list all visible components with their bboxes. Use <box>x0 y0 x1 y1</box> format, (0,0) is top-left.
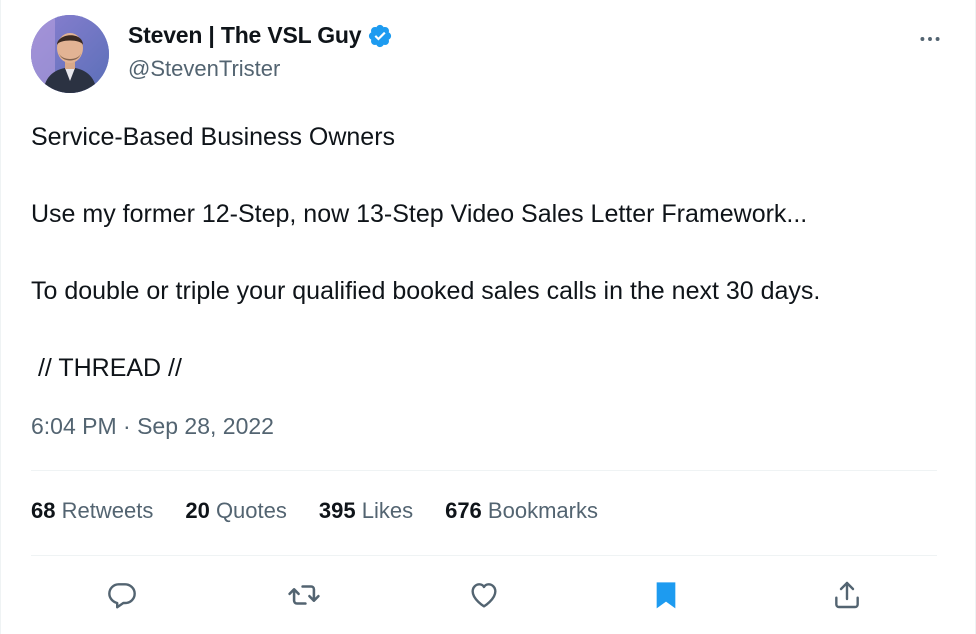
divider <box>31 470 937 471</box>
retweets-count: 68 <box>31 498 56 523</box>
share-icon <box>831 579 863 611</box>
tweet-text: Service-Based Business Owners Use my for… <box>31 118 941 388</box>
tweet-line: Service-Based Business Owners <box>31 123 396 151</box>
author-handle[interactable]: @StevenTrister <box>128 56 280 82</box>
bookmark-button[interactable] <box>641 570 691 620</box>
reply-button[interactable] <box>97 570 147 620</box>
tweet-line: Use my former 12-Step, now 13-Step Video… <box>31 200 808 228</box>
retweets-stat[interactable]: 68 Retweets <box>31 498 153 524</box>
divider <box>31 555 937 556</box>
tweet-line: // THREAD // <box>31 354 182 382</box>
avatar[interactable] <box>31 15 109 93</box>
reply-icon <box>106 579 138 611</box>
like-button[interactable] <box>459 570 509 620</box>
retweet-icon <box>287 578 321 612</box>
share-button[interactable] <box>822 570 872 620</box>
more-horizontal-icon[interactable] <box>915 24 945 54</box>
bookmark-icon <box>650 579 682 611</box>
verified-badge-icon <box>367 23 393 49</box>
bookmarks-stat[interactable]: 676 Bookmarks <box>445 498 598 524</box>
bookmarks-count: 676 <box>445 498 482 523</box>
bookmarks-label: Bookmarks <box>487 498 598 523</box>
display-name[interactable]: Steven | The VSL Guy <box>128 22 362 49</box>
quotes-label: Quotes <box>215 498 287 523</box>
author-name-row: Steven | The VSL Guy <box>128 22 393 49</box>
quotes-stat[interactable]: 20 Quotes <box>185 498 287 524</box>
retweet-button[interactable] <box>279 570 329 620</box>
retweets-label: Retweets <box>61 498 154 523</box>
likes-label: Likes <box>361 498 414 523</box>
engagement-stats: 68 Retweets 20 Quotes 395 Likes 676 Book… <box>31 498 598 524</box>
action-bar <box>1 570 976 620</box>
tweet-card: Steven | The VSL Guy @StevenTrister Serv… <box>0 0 976 634</box>
tweet-timestamp[interactable]: 6:04 PM · Sep 28, 2022 <box>31 413 274 440</box>
tweet-line: To double or triple your qualified booke… <box>31 277 821 305</box>
likes-count: 395 <box>318 498 356 523</box>
likes-stat[interactable]: 395 Likes <box>319 498 413 524</box>
quotes-count: 20 <box>185 498 210 523</box>
heart-icon <box>468 579 500 611</box>
